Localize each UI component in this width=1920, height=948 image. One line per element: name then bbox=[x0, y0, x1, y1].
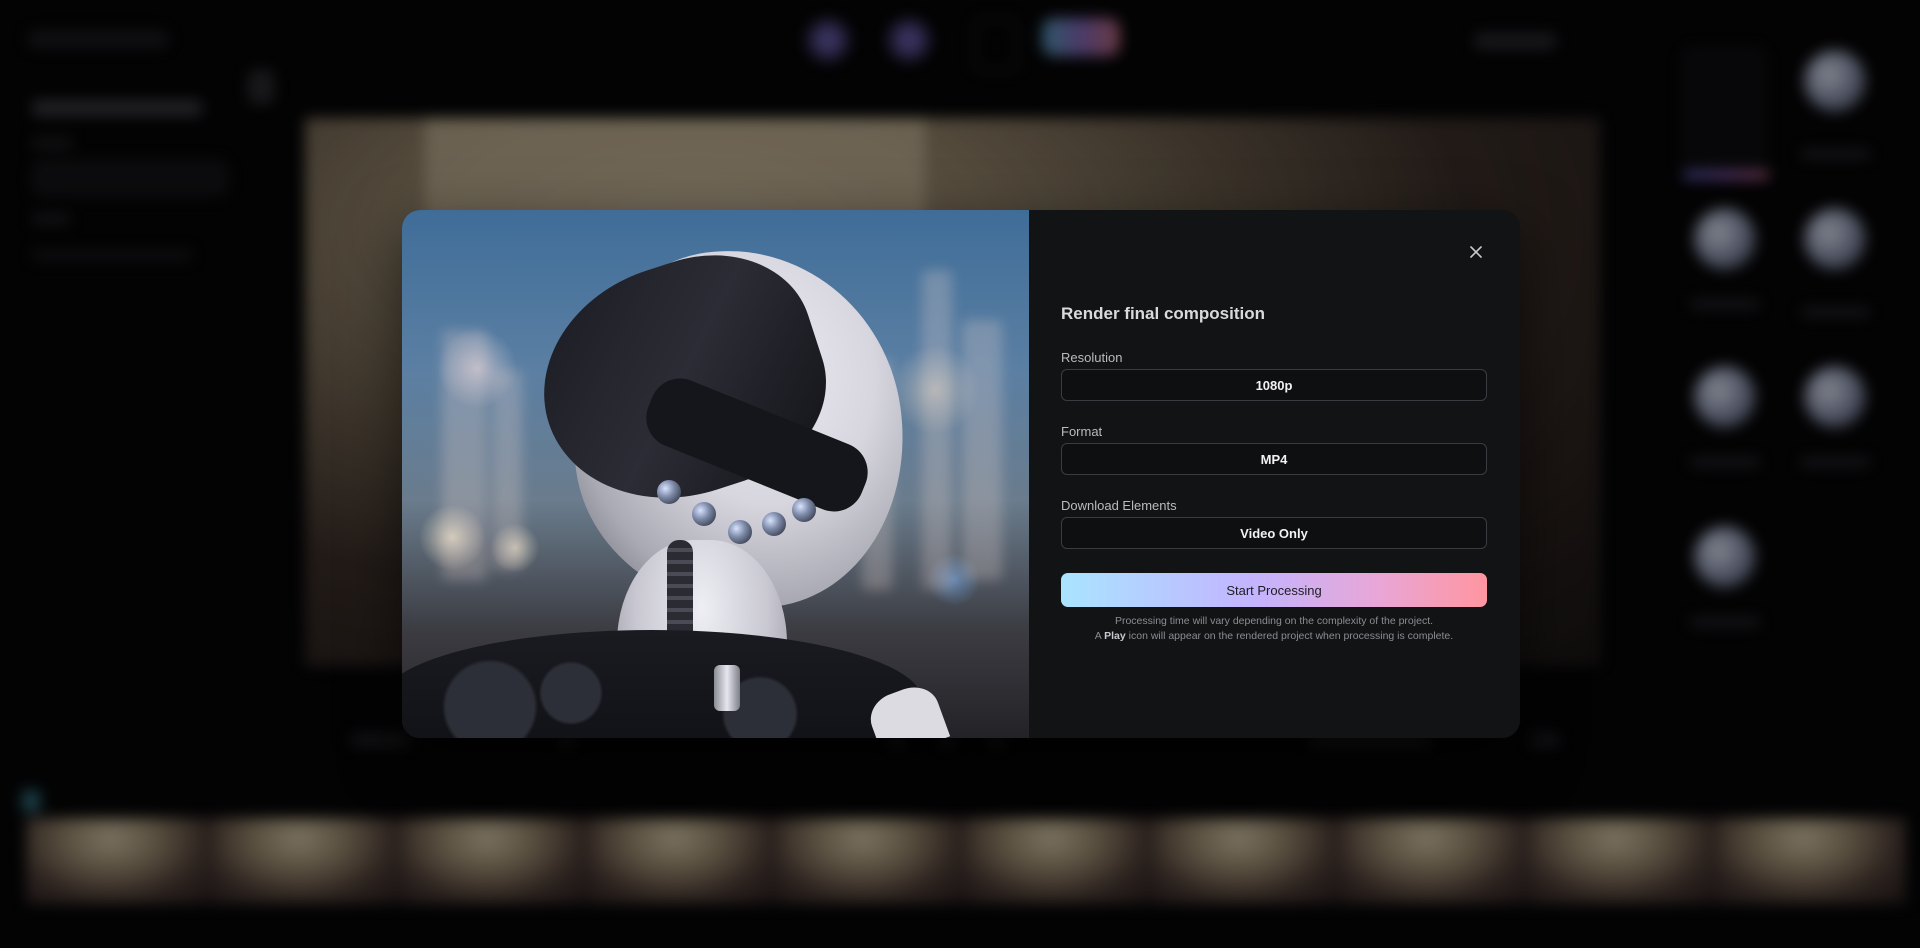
preview-image bbox=[402, 210, 1029, 738]
render-modal: Render final composition Resolution 1080… bbox=[402, 210, 1520, 738]
render-settings-panel: Render final composition Resolution 1080… bbox=[1029, 210, 1520, 738]
download-elements-label: Download Elements bbox=[1061, 498, 1177, 513]
close-icon bbox=[1470, 246, 1482, 258]
download-elements-select[interactable]: Video Only bbox=[1061, 517, 1487, 549]
start-processing-button[interactable]: Start Processing bbox=[1061, 573, 1487, 607]
format-select[interactable]: MP4 bbox=[1061, 443, 1487, 475]
processing-note-line-1: Processing time will vary depending on t… bbox=[1114, 615, 1434, 627]
close-button[interactable] bbox=[1464, 240, 1488, 264]
resolution-label: Resolution bbox=[1061, 350, 1123, 365]
play-keyword: Play bbox=[1104, 630, 1126, 642]
resolution-select[interactable]: 1080p bbox=[1061, 369, 1487, 401]
modal-title: Render final composition bbox=[1061, 304, 1266, 323]
format-label: Format bbox=[1061, 424, 1103, 439]
processing-note-line-2: A Play icon will appear on the rendered … bbox=[1094, 630, 1454, 642]
